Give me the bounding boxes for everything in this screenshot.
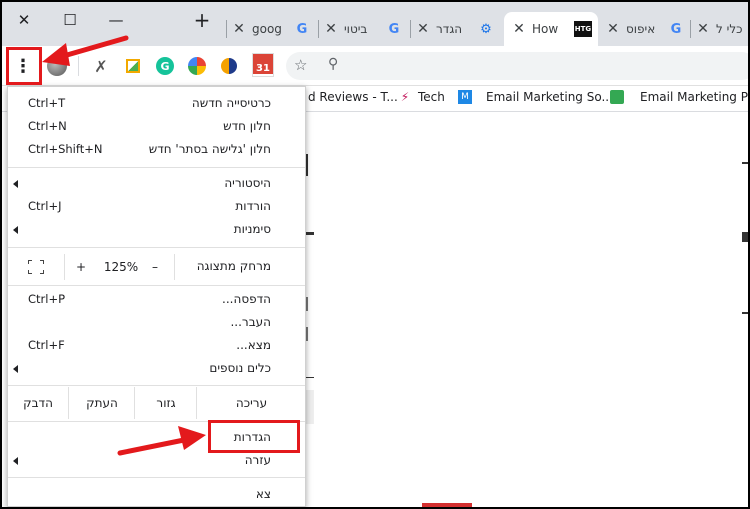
arrow-to-menu-button xyxy=(42,35,129,66)
arrow-to-settings xyxy=(117,426,206,456)
annotation-arrows xyxy=(42,35,206,456)
browser-window: ✕ ☐ — + ✕ goog G ✕ ביטוי G ✕ הגדר ⚙ ✕ Ho… xyxy=(2,2,748,507)
